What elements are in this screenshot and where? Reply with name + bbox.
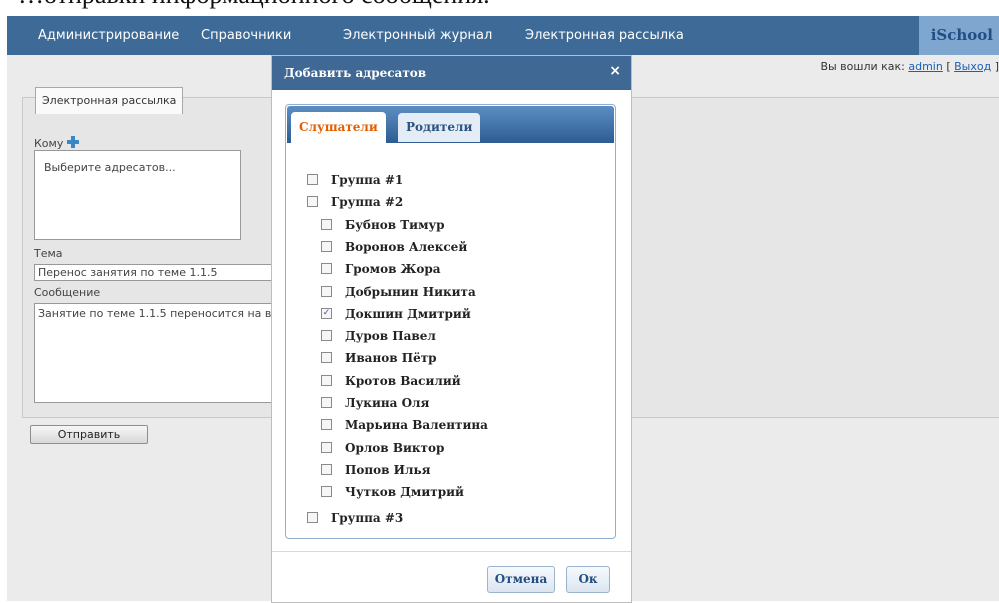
top-caption-fragment: …отправки информационного сообщения. — [18, 0, 490, 10]
student-row[interactable]: Лукина Оля — [321, 396, 429, 410]
student-name: Добрынин Никита — [345, 285, 476, 299]
student-name: Орлов Виктор — [345, 441, 445, 455]
checkbox[interactable] — [307, 512, 318, 523]
student-name: Иванов Пётр — [345, 351, 437, 365]
group-row[interactable]: Группа #2 — [307, 195, 403, 209]
send-button[interactable]: Отправить — [30, 425, 148, 444]
group-row[interactable]: Группа #3 — [307, 511, 403, 525]
checkbox[interactable] — [321, 419, 332, 430]
dialog-divider — [272, 551, 631, 552]
group-row[interactable]: Группа #1 — [307, 173, 403, 187]
checkbox[interactable] — [321, 263, 332, 274]
subject-input[interactable]: Перенос занятия по теме 1.1.5 — [34, 264, 278, 281]
checkbox[interactable] — [321, 464, 332, 475]
group-name: Группа #2 — [331, 195, 404, 209]
student-name: Дуров Павел — [345, 329, 436, 343]
checkbox[interactable] — [321, 286, 332, 297]
group-name: Группа #1 — [331, 173, 404, 187]
recipients-field[interactable]: Выберите адресатов... — [34, 150, 241, 240]
to-label-text: Кому — [34, 137, 64, 150]
student-name: Чутков Дмитрий — [345, 485, 464, 499]
dialog-header: Добавить адресатов × — [272, 56, 631, 90]
checkbox[interactable] — [307, 196, 318, 207]
nav-item-administration[interactable]: Администрирование — [38, 28, 179, 43]
brand-logo: iSchool — [918, 16, 999, 55]
recipients-tab-panel: Слушатели Родители Группа #1 Группа #2 Буб… — [285, 104, 616, 539]
to-label: Кому — [34, 133, 80, 150]
message-textarea[interactable]: Занятие по теме 1.1.5 переносится на вто — [34, 303, 278, 403]
checkbox[interactable] — [321, 330, 332, 341]
student-row[interactable]: Кротов Василий — [321, 374, 461, 388]
group-name: Группа #3 — [331, 511, 404, 525]
subject-label: Тема — [34, 247, 63, 260]
checkbox[interactable] — [321, 219, 332, 230]
nav-item-directories[interactable]: Справочники — [201, 28, 291, 43]
checkbox[interactable] — [321, 375, 332, 386]
student-row[interactable]: Попов Илья — [321, 463, 430, 477]
student-row[interactable]: Чутков Дмитрий — [321, 485, 464, 499]
nav-item-mailing[interactable]: Электронная рассылка — [525, 28, 684, 43]
student-name: Кротов Василий — [345, 374, 461, 388]
student-name: Марьина Валентина — [345, 418, 488, 432]
checkbox[interactable] — [321, 442, 332, 453]
tab-listeners[interactable]: Слушатели — [291, 112, 386, 143]
checkbox[interactable] — [307, 174, 318, 185]
top-navigation: Администрирование Справочники Электронны… — [7, 16, 999, 55]
student-row[interactable]: Орлов Виктор — [321, 441, 444, 455]
checkbox[interactable]: ✓ — [321, 308, 332, 319]
ok-button[interactable]: Ок — [566, 566, 610, 593]
logout-link[interactable]: Выход — [954, 60, 991, 73]
tab-parents[interactable]: Родители — [398, 113, 481, 142]
add-recipient-icon[interactable] — [66, 135, 80, 149]
student-name: Лукина Оля — [345, 396, 430, 410]
close-icon[interactable]: × — [609, 63, 621, 79]
student-row[interactable]: Добрынин Никита — [321, 285, 476, 299]
tab-mailing[interactable]: Электронная рассылка — [35, 87, 184, 114]
message-label: Сообщение — [34, 286, 101, 299]
student-row[interactable]: Воронов Алексей — [321, 240, 467, 254]
student-name: Попов Илья — [345, 463, 431, 477]
student-name: Громов Жора — [345, 262, 441, 276]
student-row[interactable]: ✓ Докшин Дмитрий — [321, 307, 471, 321]
student-row[interactable]: Иванов Пётр — [321, 351, 437, 365]
nav-item-journal[interactable]: Электронный журнал — [343, 28, 492, 43]
checkbox[interactable] — [321, 486, 332, 497]
dialog-title: Добавить адресатов — [284, 66, 427, 80]
student-row[interactable]: Бубнов Тимур — [321, 218, 445, 232]
checkbox[interactable] — [321, 241, 332, 252]
add-recipients-dialog: Добавить адресатов × Слушатели Родители … — [271, 55, 632, 603]
cancel-button[interactable]: Отмена — [487, 566, 555, 593]
checkbox[interactable] — [321, 352, 332, 363]
checkbox[interactable] — [321, 397, 332, 408]
student-name: Бубнов Тимур — [345, 218, 445, 232]
student-name: Воронов Алексей — [345, 240, 468, 254]
student-row[interactable]: Громов Жора — [321, 262, 441, 276]
login-info: Вы вошли как: admin [ Выход ] — [820, 60, 999, 73]
dialog-tabbar: Слушатели Родители — [287, 106, 614, 143]
student-name: Докшин Дмитрий — [345, 307, 471, 321]
login-prefix: Вы вошли как: — [820, 60, 905, 73]
student-row[interactable]: Дуров Павел — [321, 329, 436, 343]
student-row[interactable]: Марьина Валентина — [321, 418, 488, 432]
user-link[interactable]: admin — [908, 60, 942, 73]
